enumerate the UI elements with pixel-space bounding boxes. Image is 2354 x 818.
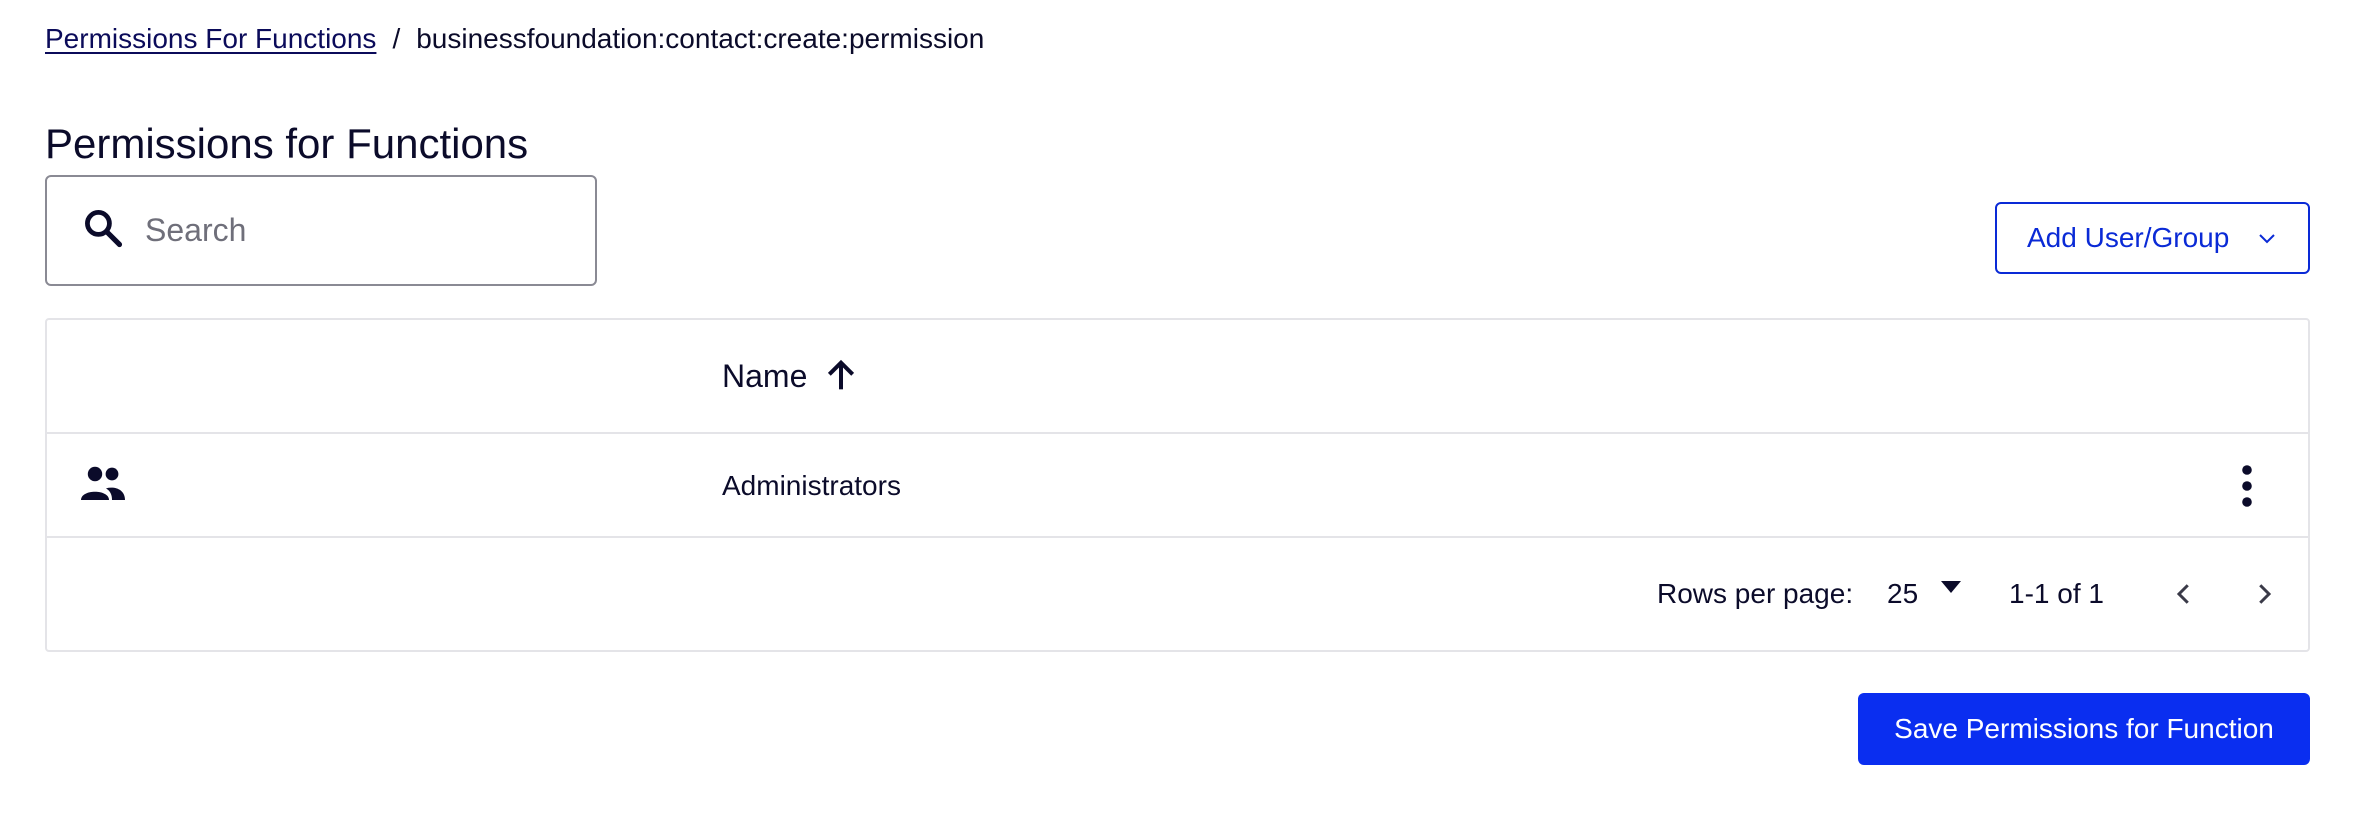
breadcrumb-separator: /: [392, 23, 401, 54]
rows-per-page-label: Rows per page:: [1657, 578, 1854, 609]
pagination: Rows per page: 25 1-1 of 1: [47, 538, 2308, 650]
breadcrumb-current: businessfoundation:contact:create:permis…: [416, 23, 985, 54]
table-row[interactable]: Administrators: [47, 434, 2308, 538]
search-icon: [81, 206, 125, 255]
add-user-group-label: Add User/Group: [2027, 222, 2230, 253]
save-permissions-button[interactable]: Save Permissions for Function: [1858, 693, 2310, 765]
chevron-right-icon[interactable]: [2249, 576, 2279, 612]
rows-per-page-select[interactable]: 25: [1887, 578, 1918, 610]
add-user-group-button[interactable]: Add User/Group: [1995, 202, 2310, 274]
row-name: Administrators: [722, 470, 901, 501]
column-header-name-label: Name: [722, 357, 808, 394]
pagination-range: 1-1 of 1: [2009, 578, 2104, 609]
permissions-table: Name Administrators Rows per page: 25 1-…: [45, 318, 2310, 652]
more-options-icon[interactable]: [2237, 464, 2257, 508]
caret-down-icon[interactable]: [1940, 580, 1962, 594]
column-header-name[interactable]: Name: [722, 356, 861, 396]
chevron-down-icon: [2259, 234, 2276, 244]
table-header: Name: [47, 320, 2308, 434]
sort-ascending-icon: [828, 359, 855, 390]
search-input[interactable]: [145, 212, 565, 249]
page-title: Permissions for Functions: [45, 120, 529, 167]
search-box[interactable]: [45, 175, 597, 286]
breadcrumb-link-permissions-for-functions[interactable]: Permissions For Functions: [45, 20, 376, 58]
group-icon: [81, 466, 125, 500]
chevron-left-icon[interactable]: [2169, 576, 2199, 612]
breadcrumb: Permissions For Functions / businessfoun…: [45, 20, 984, 58]
